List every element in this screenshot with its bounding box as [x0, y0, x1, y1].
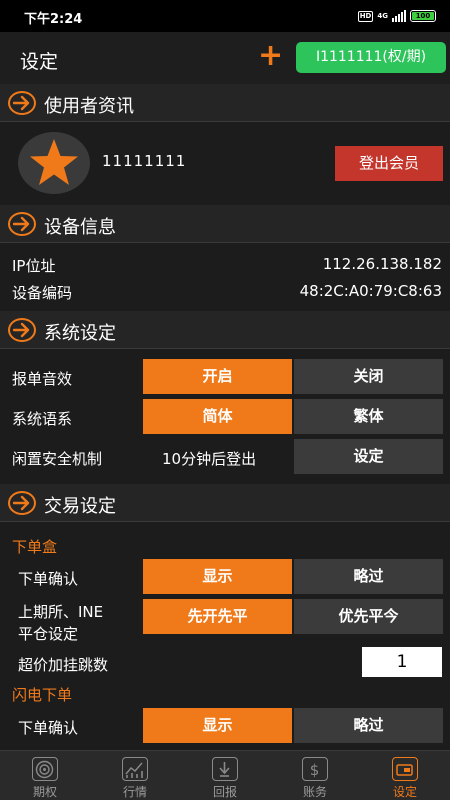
arrow-right-icon — [8, 91, 36, 115]
tab-settings[interactable]: 设定 — [360, 751, 450, 800]
ip-label: IP位址 — [12, 257, 56, 275]
battery-level: 100 — [412, 12, 434, 20]
idle-settings-button[interactable]: 设定 — [294, 439, 443, 474]
sound-off-option[interactable]: 关闭 — [294, 359, 443, 394]
language-label: 系统语系 — [12, 410, 73, 428]
sound-on-option[interactable]: 开启 — [143, 359, 292, 394]
language-toggle: 简体 繁体 — [143, 399, 443, 434]
add-icon[interactable]: + — [258, 40, 283, 72]
chart-icon — [122, 757, 148, 781]
section-system-title: 系统设定 — [44, 323, 116, 344]
flash-confirm-toggle: 显示 略过 — [143, 708, 443, 743]
report-icon — [212, 757, 238, 781]
section-trade-title: 交易设定 — [44, 496, 116, 517]
signal-icon — [392, 10, 406, 22]
close-open-first-option[interactable]: 先开先平 — [143, 599, 292, 634]
order-confirm-label: 下单确认 — [18, 570, 79, 588]
arrow-right-icon — [8, 318, 36, 342]
tab-accounts-label: 账务 — [302, 785, 327, 799]
settings-icon — [392, 757, 418, 781]
close-setting-label-line2: 平仓设定 — [18, 625, 79, 643]
battery-icon: 100 — [410, 10, 436, 22]
tab-quotes[interactable]: 行情 — [90, 751, 180, 800]
top-bar: 设定 + I1111111(权/期) — [0, 32, 450, 84]
hd-icon: HD — [357, 10, 374, 22]
flash-order-title: 闪电下单 — [12, 686, 73, 704]
star-icon — [30, 139, 78, 185]
status-bar: 下午2:24 HD 4G 100 — [0, 0, 450, 32]
section-device: 设备信息 — [0, 205, 450, 243]
language-traditional-option[interactable]: 繁体 — [294, 399, 443, 434]
order-confirm-skip-option[interactable]: 略过 — [294, 559, 443, 594]
ip-value: 112.26.138.182 — [322, 255, 442, 273]
account-button[interactable]: I1111111(权/期) — [296, 42, 446, 73]
tick-input[interactable]: 1 — [362, 647, 442, 677]
order-confirm-show-option[interactable]: 显示 — [143, 559, 292, 594]
sound-label: 报单音效 — [12, 370, 73, 388]
section-user: 使用者资讯 — [0, 84, 450, 122]
device-code-value: 48:2C:A0:79:C8:63 — [299, 282, 442, 300]
network-type: 4G — [377, 11, 388, 20]
tab-options-label: 期权 — [32, 785, 57, 799]
tab-accounts[interactable]: $ 账务 — [270, 751, 360, 800]
language-simplified-option[interactable]: 简体 — [143, 399, 292, 434]
section-device-title: 设备信息 — [44, 217, 116, 238]
idle-value: 10分钟后登出 — [162, 450, 257, 468]
section-trade: 交易设定 — [0, 484, 450, 522]
close-setting-toggle: 先开先平 优先平今 — [143, 599, 443, 634]
flash-confirm-label: 下单确认 — [18, 719, 79, 737]
logout-button[interactable]: 登出会员 — [335, 146, 443, 181]
flash-confirm-skip-option[interactable]: 略过 — [294, 708, 443, 743]
tick-label: 超价加挂跳数 — [18, 656, 109, 674]
target-icon — [32, 757, 58, 781]
order-box-title: 下单盒 — [12, 538, 58, 556]
sound-toggle: 开启 关闭 — [143, 359, 443, 394]
arrow-right-icon — [8, 491, 36, 515]
svg-text:$: $ — [310, 761, 320, 779]
order-confirm-toggle: 显示 略过 — [143, 559, 443, 594]
status-time: 下午2:24 — [24, 12, 83, 27]
arrow-right-icon — [8, 212, 36, 236]
flash-confirm-show-option[interactable]: 显示 — [143, 708, 292, 743]
page-title: 设定 — [20, 51, 59, 73]
idle-label: 闲置安全机制 — [12, 450, 103, 468]
close-today-first-option[interactable]: 优先平今 — [294, 599, 443, 634]
close-setting-label-line1: 上期所、INE — [18, 603, 104, 621]
dollar-icon: $ — [302, 757, 328, 781]
bottom-tab-bar: 期权 行情 回报 $ 账务 设定 — [0, 750, 450, 800]
status-icons: HD 4G 100 — [357, 9, 436, 23]
tab-reports[interactable]: 回报 — [180, 751, 270, 800]
tab-quotes-label: 行情 — [122, 785, 147, 799]
tab-settings-label: 设定 — [392, 785, 417, 799]
user-id: 11111111 — [102, 152, 187, 170]
tab-options[interactable]: 期权 — [0, 751, 90, 800]
tab-reports-label: 回报 — [212, 785, 237, 799]
section-system: 系统设定 — [0, 311, 450, 349]
section-user-title: 使用者资讯 — [44, 96, 134, 117]
device-code-label: 设备编码 — [12, 284, 73, 302]
avatar — [18, 132, 90, 194]
